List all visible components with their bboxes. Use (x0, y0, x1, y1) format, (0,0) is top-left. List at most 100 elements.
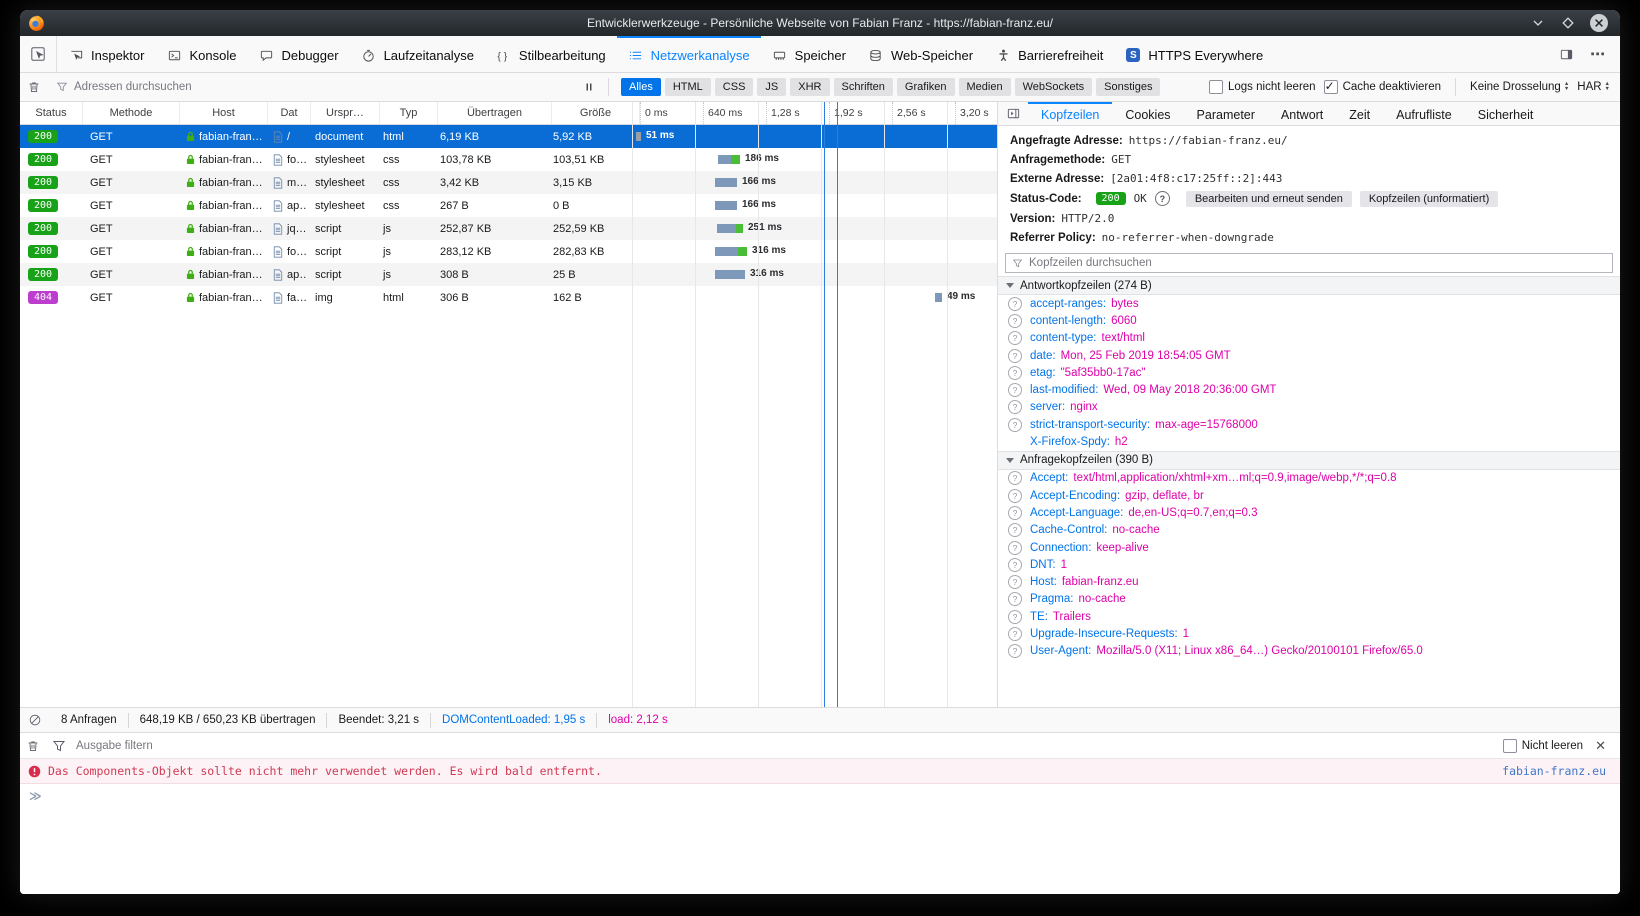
column-header-cause[interactable]: Urspr… (311, 102, 380, 124)
filter-pill[interactable]: Sonstiges (1096, 78, 1160, 96)
maximize-button[interactable] (1560, 15, 1576, 31)
column-header-transferred[interactable]: Übertragen (438, 102, 552, 124)
devtools-tab[interactable]: Konsole (155, 36, 247, 72)
column-header-size[interactable]: Größe (552, 102, 640, 124)
header-help-icon[interactable]: ? (1008, 644, 1022, 658)
console-filter-input[interactable]: Ausgabe filtern (76, 740, 153, 752)
filter-pill[interactable]: CSS (715, 78, 754, 96)
filter-pill[interactable]: Alles (621, 78, 661, 96)
pick-element-button[interactable] (20, 36, 57, 72)
header-row[interactable]: ? Connection keep-alive (998, 539, 1620, 556)
response-headers-section[interactable]: Antwortkopfzeilen (274 B) (998, 276, 1620, 295)
header-row[interactable]: ? content-type text/html (998, 330, 1620, 347)
headers-search-input[interactable]: Kopfzeilen durchsuchen (1005, 253, 1613, 273)
header-help-icon[interactable]: ? (1008, 331, 1022, 345)
header-row[interactable]: ? content-length 6060 (998, 312, 1620, 329)
sidebar-toggle-button[interactable] (998, 102, 1028, 125)
header-help-icon[interactable]: ? (1008, 418, 1022, 432)
address-search-input[interactable]: Adressen durchsuchen (48, 81, 576, 93)
header-row[interactable]: ? TE Trailers (998, 608, 1620, 625)
devtools-tab[interactable]: S HTTPS Everywhere (1114, 36, 1274, 72)
throttling-dropdown[interactable]: Keine Drosselung ▲▼ (1470, 81, 1569, 93)
column-header-waterfall[interactable]: 0 ms640 ms1,28 s1,92 s2,56 s3,20 s (640, 102, 998, 124)
filter-pill[interactable]: HTML (665, 78, 711, 96)
har-dropdown[interactable]: HAR ▲▼ (1577, 81, 1610, 93)
header-help-icon[interactable]: ? (1008, 366, 1022, 380)
details-tab[interactable]: Sicherheit (1465, 102, 1547, 125)
persist-logs-checkbox[interactable]: Logs nicht leeren (1209, 80, 1316, 94)
header-row[interactable]: ? strict-transport-security max-age=1576… (998, 416, 1620, 433)
header-help-icon[interactable]: ? (1008, 314, 1022, 328)
header-row[interactable]: ? date Mon, 25 Feb 2019 18:54:05 GMT (998, 347, 1620, 364)
devtools-menu-button[interactable]: ⋯ (1584, 36, 1612, 72)
clear-requests-button[interactable] (20, 80, 48, 94)
warning-source-link[interactable]: fabian-franz.eu (1502, 764, 1612, 778)
request-row[interactable]: 200 GET fabian-fran… ap… stylesheet css … (20, 194, 997, 217)
request-row[interactable]: 200 GET fabian-fran… / document html 6,1… (20, 125, 997, 148)
console-warning-row[interactable]: Das Components-Objekt sollte nicht mehr … (20, 759, 1620, 784)
header-help-icon[interactable]: ? (1008, 506, 1022, 520)
devtools-tab[interactable]: Barrierefreiheit (984, 36, 1114, 72)
header-help-icon[interactable]: ? (1008, 541, 1022, 555)
details-tab[interactable]: Zeit (1336, 102, 1383, 125)
devtools-tab[interactable]: Netzwerkanalyse (617, 36, 761, 72)
request-row[interactable]: 200 GET fabian-fran… fo… stylesheet css … (20, 148, 997, 171)
column-header-host[interactable]: Host (180, 102, 268, 124)
header-row[interactable]: ? server nginx (998, 399, 1620, 416)
details-tab[interactable]: Aufrufliste (1383, 102, 1465, 125)
header-help-icon[interactable]: ? (1008, 592, 1022, 606)
header-row[interactable]: ? Pragma no-cache (998, 591, 1620, 608)
filter-pill[interactable]: Medien (959, 78, 1011, 96)
request-row[interactable]: 200 GET fabian-fran… fo… script js 283,1… (20, 240, 997, 263)
header-row[interactable]: ? Accept text/html,application/xhtml+xm…… (998, 470, 1620, 487)
header-row[interactable]: ? Cache-Control no-cache (998, 522, 1620, 539)
request-headers-section[interactable]: Anfragekopfzeilen (390 B) (998, 451, 1620, 470)
header-row[interactable]: ? Upgrade-Insecure-Requests 1 (998, 625, 1620, 642)
header-row[interactable]: ? Host fabian-franz.eu (998, 573, 1620, 590)
header-row[interactable]: ? accept-ranges bytes (998, 295, 1620, 312)
column-header-file[interactable]: Dat (268, 102, 311, 124)
devtools-tab[interactable]: Speicher (761, 36, 857, 72)
clear-console-button[interactable] (20, 739, 46, 753)
header-help-icon[interactable]: ? (1008, 627, 1022, 641)
devtools-tab[interactable]: Debugger (247, 36, 349, 72)
performance-analysis-icon[interactable] (20, 713, 50, 727)
header-help-icon[interactable]: ? (1008, 297, 1022, 311)
minimize-button[interactable] (1530, 15, 1546, 31)
filter-pill[interactable]: WebSockets (1015, 78, 1093, 96)
header-row[interactable]: ? User-Agent Mozilla/5.0 (X11; Linux x86… (998, 643, 1620, 660)
details-tab[interactable]: Kopfzeilen (1028, 102, 1112, 125)
header-help-icon[interactable]: ? (1008, 610, 1022, 624)
header-row[interactable]: ? Accept-Language de,en-US;q=0.7,en;q=0.… (998, 504, 1620, 521)
filter-pill[interactable]: Schriften (834, 78, 893, 96)
request-row[interactable]: 404 GET fabian-fran… fa… img html 306 B … (20, 286, 997, 309)
header-help-icon[interactable]: ? (1008, 558, 1022, 572)
column-header-status[interactable]: Status (20, 102, 83, 124)
filter-pill[interactable]: JS (757, 78, 786, 96)
details-tab[interactable]: Antwort (1268, 102, 1336, 125)
dock-side-button[interactable] (1552, 36, 1580, 72)
filter-pill[interactable]: Grafiken (897, 78, 955, 96)
edit-resend-button[interactable]: Bearbeiten und erneut senden (1186, 191, 1352, 207)
header-help-icon[interactable]: ? (1008, 471, 1022, 485)
devtools-tab[interactable]: { } Stilbearbeitung (485, 36, 617, 72)
header-help-icon[interactable]: ? (1008, 383, 1022, 397)
header-help-icon[interactable]: ? (1008, 523, 1022, 537)
header-row[interactable]: ? Accept-Encoding gzip, deflate, br (998, 487, 1620, 504)
console-prompt[interactable]: ≫ (20, 784, 1620, 808)
header-row[interactable]: ? etag "5af35bb0-17ac" (998, 364, 1620, 381)
persist-console-checkbox[interactable]: Nicht leeren (1503, 739, 1583, 753)
request-row[interactable]: 200 GET fabian-fran… ap… script js 308 B… (20, 263, 997, 286)
header-row[interactable]: ? DNT 1 (998, 556, 1620, 573)
header-help-icon[interactable]: ? (1008, 349, 1022, 363)
header-row[interactable]: ? last-modified Wed, 09 May 2018 20:36:0… (998, 381, 1620, 398)
devtools-tab[interactable]: Laufzeitanalyse (350, 36, 485, 72)
status-help-icon[interactable]: ? (1155, 191, 1170, 206)
column-header-method[interactable]: Methode (83, 102, 180, 124)
devtools-tab[interactable]: Web-Speicher (857, 36, 984, 72)
filter-pill[interactable]: XHR (790, 78, 829, 96)
close-button[interactable] (1590, 14, 1608, 32)
details-tab[interactable]: Cookies (1112, 102, 1183, 125)
column-header-type[interactable]: Typ (380, 102, 438, 124)
header-help-icon[interactable]: ? (1008, 489, 1022, 503)
